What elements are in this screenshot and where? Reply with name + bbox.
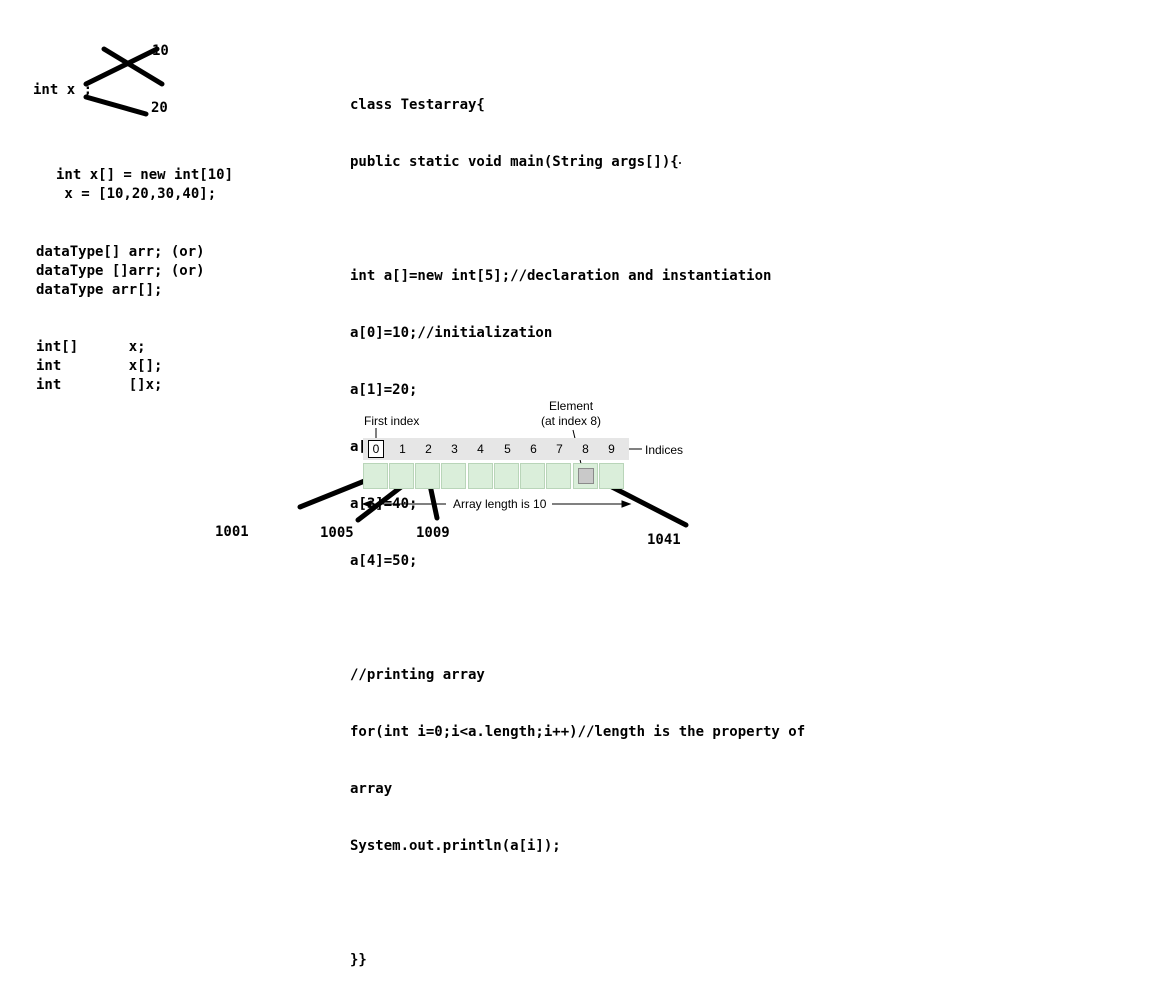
first-index-label: First index [364, 414, 420, 428]
datatype-line-2: dataType []arr; (or) [36, 263, 205, 279]
code-line: }} [350, 952, 367, 968]
value-20-text: 20 [151, 100, 168, 116]
code-line: class Testarray{ [350, 97, 485, 113]
code-line: a[3]=40; [350, 496, 418, 512]
int-form-line-3: int []x; [36, 377, 163, 393]
pointer-stroke-20 [83, 94, 149, 117]
address-1041: 1041 [647, 532, 681, 548]
code-line: public static void main(String args[]){ [350, 154, 679, 170]
array-cell [415, 463, 440, 489]
datatype-line-3: dataType arr[]; [36, 282, 163, 298]
index-8: 8 [582, 442, 589, 456]
datatype-line-1: dataType[] arr; (or) [36, 244, 205, 260]
element-label: Element [549, 399, 594, 413]
code-line: a[0]=10;//initialization [350, 325, 553, 341]
index-2: 2 [425, 442, 432, 456]
array-decl-line-2: x = [10,20,30,40]; [56, 186, 217, 202]
array-length-label: Array length is 10 [453, 497, 547, 511]
code-line: System.out.println(a[i]); [350, 838, 561, 854]
code-line: int a[]=new int[5];//declaration and ins… [350, 268, 772, 284]
array-cell [520, 463, 545, 489]
int-form-line-1: int[] x; [36, 339, 146, 355]
array-cell [546, 463, 571, 489]
address-1005: 1005 [320, 525, 354, 541]
code-line: //printing array [350, 667, 485, 683]
code-line: for(int i=0;i<a.length;i++)//length is t… [350, 724, 806, 740]
int-x-text: int x ; [33, 82, 93, 98]
index-9: 9 [608, 442, 615, 456]
code-line: a[1]=20; [350, 382, 418, 398]
array-cell [599, 463, 624, 489]
address-1009: 1009 [416, 525, 450, 541]
index-5: 5 [504, 442, 511, 456]
indices-label: Indices [645, 443, 684, 457]
element-index-label: (at index 8) [541, 414, 602, 428]
array-cell [363, 463, 388, 489]
cross-stroke-2 [83, 46, 160, 87]
code-block: class Testarray{ public static void main… [350, 58, 805, 989]
array-cell [494, 463, 519, 489]
element-marker [578, 468, 594, 484]
index-1: 1 [399, 442, 406, 456]
array-cell [441, 463, 466, 489]
array-decl-line-1: int x[] = new int[10] [56, 167, 234, 183]
index-0: 0 [368, 440, 384, 458]
code-line: a[4]=50; [350, 553, 418, 569]
int-form-line-2: int x[]; [36, 358, 163, 374]
value-10-text: 10 [152, 43, 169, 59]
address-1001: 1001 [215, 524, 249, 540]
array-cell [389, 463, 414, 489]
array-cell [468, 463, 493, 489]
index-4: 4 [477, 442, 484, 456]
index-3: 3 [451, 442, 458, 456]
index-6: 6 [530, 442, 537, 456]
code-line: array [350, 781, 393, 797]
index-7: 7 [556, 442, 563, 456]
